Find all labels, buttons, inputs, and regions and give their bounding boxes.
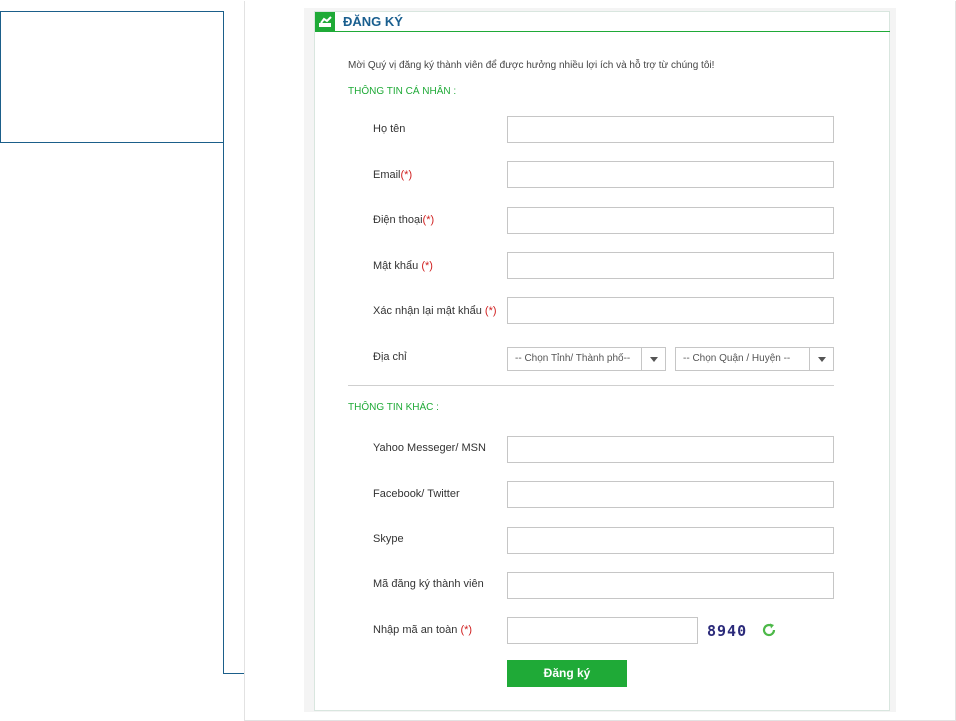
chevron-down-icon [641,348,665,370]
required-mark: (*) [422,214,435,226]
password-label: Mật khẩu (*) [373,260,433,272]
captcha-field[interactable] [507,617,698,644]
social-label: Facebook/ Twitter [373,488,460,500]
signup-icon [315,12,335,32]
submit-button[interactable]: Đăng ký [507,660,627,687]
social-field[interactable] [507,481,834,508]
email-field[interactable] [507,161,834,188]
section-divider [348,385,834,386]
chevron-down-icon [809,348,833,370]
intro-text: Mời Quý vị đăng ký thành viên để được hư… [348,60,715,71]
district-select-value: -- Chọn Quận / Huyện -- [683,353,791,364]
member-code-label: Mã đăng ký thành viên [373,578,484,590]
fullname-label: Họ tên [373,123,406,135]
skype-field[interactable] [507,527,834,554]
refresh-icon[interactable] [761,622,777,638]
captcha-label: Nhập mã an toàn (*) [373,624,473,636]
annotation-connector-vertical [223,142,224,674]
required-mark: (*) [484,305,497,317]
district-select[interactable]: -- Chọn Quận / Huyện -- [675,347,834,371]
yahoo-label: Yahoo Messeger/ MSN [373,442,486,454]
skype-label: Skype [373,533,404,545]
captcha-image: 8940 [707,622,748,640]
member-code-field[interactable] [507,572,834,599]
confirm-password-field[interactable] [507,297,834,324]
province-select-value: -- Chọn Tỉnh/ Thành phố-- [515,353,631,364]
email-label: Email(*) [373,169,413,181]
section-other-info: THÔNG TIN KHÁC : [348,402,439,413]
annotation-box [0,11,224,143]
required-mark: (*) [400,169,413,181]
required-mark: (*) [460,624,473,636]
phone-field[interactable] [507,207,834,234]
confirm-password-label: Xác nhận lại mật khẩu (*) [373,305,497,317]
section-personal-info: THÔNG TIN CÁ NHÂN : [348,86,457,97]
province-select[interactable]: -- Chọn Tỉnh/ Thành phố-- [507,347,666,371]
yahoo-field[interactable] [507,436,834,463]
fullname-field[interactable] [507,116,834,143]
header-underline [335,31,890,32]
password-field[interactable] [507,252,834,279]
address-label: Địa chỉ [373,351,407,363]
page-title: ĐĂNG KÝ [343,14,403,29]
phone-label: Điện thoại(*) [373,214,435,226]
required-mark: (*) [421,260,433,272]
